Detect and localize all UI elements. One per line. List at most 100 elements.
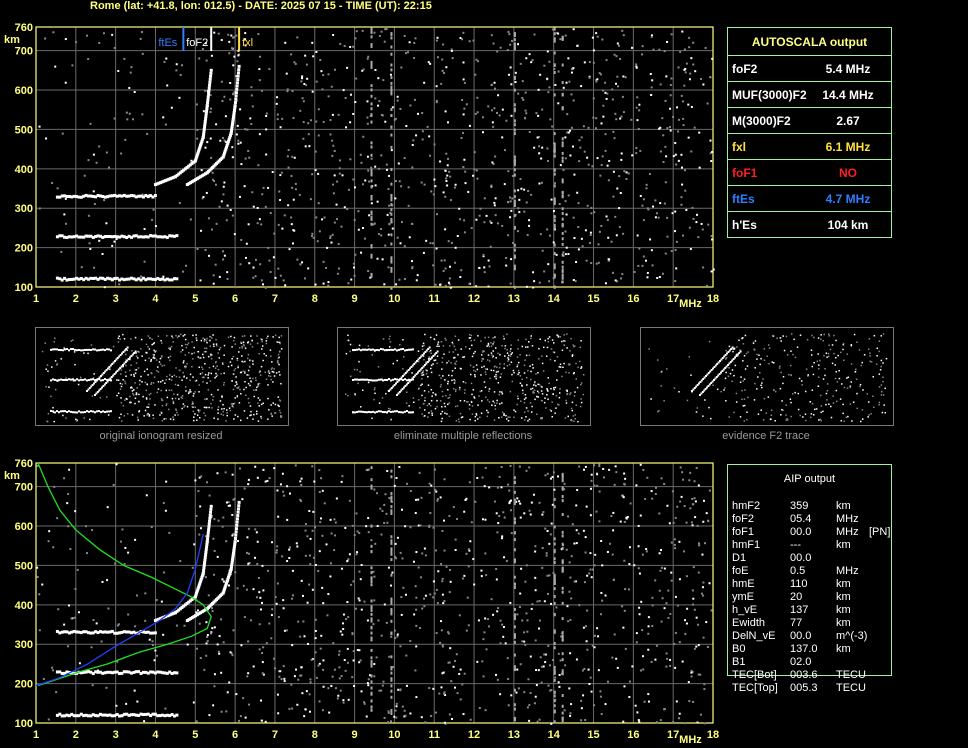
- thumb-point: [452, 342, 454, 345]
- noise-point: [502, 511, 505, 514]
- thumb-trace: [60, 410, 62, 413]
- noise-point: [323, 216, 326, 219]
- noise-point: [349, 121, 352, 124]
- thumb-point: [437, 343, 439, 345]
- noise-point: [482, 253, 485, 256]
- noise-point: [561, 253, 564, 257]
- thumb-trace: [410, 348, 412, 351]
- noise-point: [501, 623, 504, 626]
- noise-point: [658, 48, 661, 51]
- thumb-point: [269, 375, 272, 378]
- thumb-point: [506, 364, 509, 367]
- noise-point: [395, 705, 398, 708]
- thumb-point: [260, 403, 263, 406]
- noise-point: [561, 534, 564, 538]
- noise-point: [622, 496, 625, 499]
- noise-point: [561, 658, 564, 662]
- noise-point: [564, 157, 567, 160]
- noise-point: [563, 482, 566, 485]
- noise-point: [575, 529, 578, 532]
- noise-point: [279, 274, 282, 277]
- thumb-point: [234, 397, 237, 399]
- noise-point: [322, 120, 325, 123]
- noise-point: [424, 554, 427, 557]
- noise-point: [635, 65, 638, 68]
- noise-point: [639, 669, 642, 672]
- thumb-point: [486, 345, 488, 347]
- thumb-point: [566, 392, 569, 395]
- noise-point: [634, 704, 637, 707]
- thumb-trace: [370, 348, 372, 351]
- noise-point: [277, 267, 280, 270]
- noise-point: [309, 563, 312, 566]
- noise-point: [640, 600, 643, 603]
- noise-point: [592, 61, 595, 64]
- noise-point: [493, 204, 496, 207]
- thumb-point: [483, 365, 485, 368]
- thumb-point: [582, 374, 585, 376]
- thumb-trace: [408, 348, 410, 351]
- noise-point: [413, 98, 416, 101]
- noise-point: [555, 253, 558, 256]
- noise-point: [602, 104, 605, 107]
- thumb-point: [428, 350, 431, 353]
- noise-point: [598, 465, 601, 468]
- noise-point: [372, 570, 375, 573]
- noise-point: [461, 683, 464, 686]
- noise-point: [565, 548, 568, 551]
- thumb-point: [186, 405, 189, 408]
- noise-point: [601, 38, 604, 41]
- thumb-point: [156, 370, 158, 372]
- trace-point: [153, 631, 157, 635]
- thumb-trace: [402, 348, 404, 351]
- thumb-point: [462, 356, 464, 358]
- noise-point: [604, 594, 607, 597]
- thumb-point: [373, 398, 375, 401]
- thumb-point: [123, 415, 126, 417]
- y-tick-label: 400: [15, 164, 33, 176]
- noise-point: [390, 608, 393, 612]
- noise-point: [175, 69, 178, 72]
- noise-point: [589, 568, 592, 571]
- noise-point: [376, 200, 379, 203]
- noise-point: [126, 118, 129, 121]
- noise-point: [450, 680, 453, 683]
- noise-point: [525, 112, 528, 115]
- thumb-point: [172, 402, 175, 404]
- noise-point: [691, 521, 694, 524]
- autoscala-title: AUTOSCALA output: [751, 35, 868, 49]
- thumb-point: [459, 412, 462, 415]
- noise-point: [701, 228, 704, 231]
- noise-point: [533, 33, 536, 36]
- noise-point: [343, 45, 346, 48]
- noise-point: [606, 680, 609, 683]
- noise-point: [498, 515, 501, 518]
- noise-point: [441, 69, 444, 72]
- thumb-point: [392, 362, 395, 365]
- noise-point: [288, 707, 291, 710]
- noise-point: [525, 469, 528, 472]
- thumb-point: [258, 405, 260, 407]
- noise-point: [523, 691, 526, 694]
- thumb-point: [811, 334, 813, 337]
- thumb-point: [171, 375, 173, 378]
- noise-point: [628, 563, 631, 566]
- thumb-trace: [66, 378, 68, 381]
- thumb-trace: [368, 348, 370, 351]
- noise-point: [247, 562, 250, 565]
- thumb-point: [189, 373, 192, 376]
- thumb-point: [133, 373, 135, 376]
- x-tick-label: 8: [312, 729, 318, 741]
- noise-point: [585, 505, 588, 508]
- thumb-trace: [380, 378, 382, 381]
- noise-point: [432, 687, 435, 690]
- noise-point: [496, 678, 499, 681]
- thumb-point: [197, 409, 199, 411]
- noise-point: [445, 177, 448, 180]
- noise-point: [533, 702, 536, 705]
- noise-point: [463, 574, 466, 577]
- noise-point: [708, 582, 711, 585]
- noise-point: [51, 666, 54, 669]
- noise-point: [629, 502, 632, 505]
- noise-point: [690, 150, 693, 153]
